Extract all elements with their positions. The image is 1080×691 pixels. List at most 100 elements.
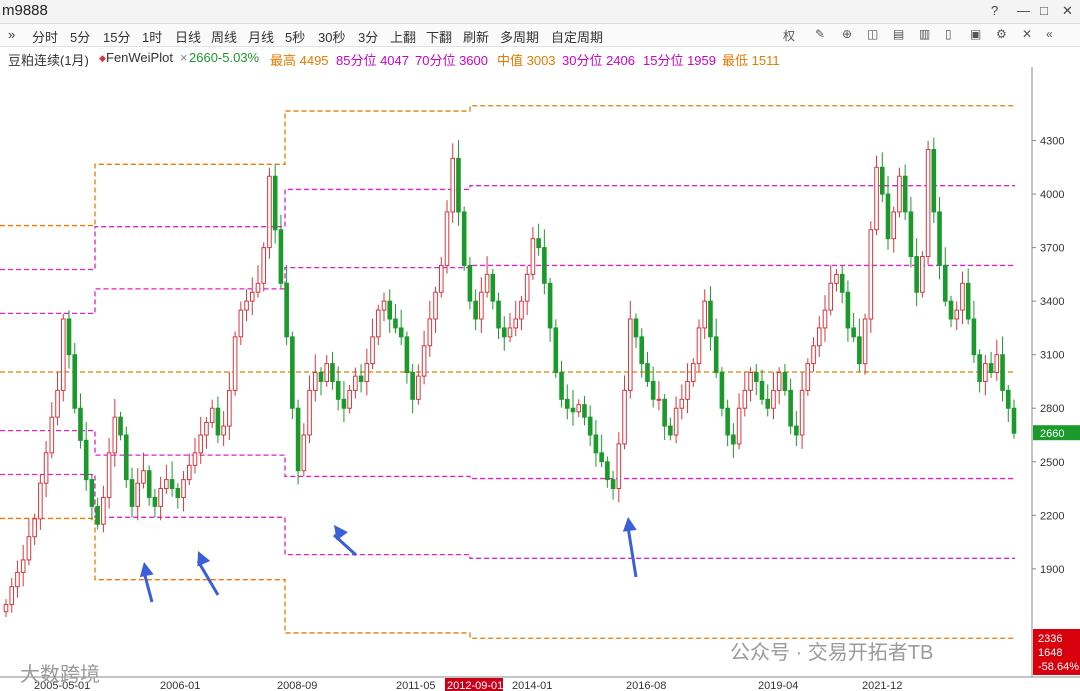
candle-body	[290, 336, 295, 409]
candle-body	[1000, 354, 1005, 391]
candle-body	[43, 452, 49, 484]
x-date-label: 2006-01	[160, 680, 200, 691]
legend-close-icon[interactable]: ×	[180, 50, 188, 65]
copy-icon[interactable]: ▥	[919, 27, 930, 41]
candle-body	[467, 264, 473, 302]
candle-body	[542, 247, 547, 284]
custom-period-button[interactable]: 自定周期	[551, 27, 603, 46]
candle-body	[438, 264, 444, 293]
y-tick-label: 2200	[1040, 510, 1064, 522]
period-button-5min[interactable]: 5分	[70, 27, 90, 46]
period-button-15min[interactable]: 15分	[103, 27, 130, 46]
annotation-arrowhead	[197, 551, 211, 567]
candle-body	[106, 452, 112, 498]
candle-body	[295, 407, 301, 472]
candle-body	[513, 318, 519, 329]
diamond-icon: ◆	[99, 53, 106, 63]
period-button-monthly[interactable]: 月线	[248, 27, 274, 46]
layout-icon[interactable]: ▣	[970, 27, 981, 41]
candle-body	[232, 336, 238, 391]
candle-body	[169, 479, 175, 490]
candle-body	[925, 148, 931, 258]
candle-body	[358, 375, 364, 382]
legend-p30: 30分位 2406	[562, 53, 635, 67]
candle-body	[719, 372, 725, 409]
candle-body	[433, 291, 438, 320]
candle-body	[66, 318, 72, 356]
x-date-label: 2012-09-01	[447, 680, 503, 691]
candle-body	[553, 327, 559, 374]
legend-p70: 70分位 3600	[415, 53, 488, 67]
grid-icon[interactable]: ▤	[893, 27, 904, 41]
candle-body	[645, 363, 650, 382]
candle-body	[731, 434, 736, 445]
y-tick-label: 2800	[1040, 403, 1064, 415]
level-line-5	[0, 473, 1015, 559]
x-date-label: 2016-08	[626, 680, 666, 691]
candle-body	[72, 354, 78, 409]
candle-body	[782, 372, 788, 391]
collapse-toolbar-button[interactable]: »	[8, 27, 15, 42]
quan-icon[interactable]: 权	[783, 27, 795, 44]
candle-body	[272, 175, 278, 231]
candle-body	[599, 452, 604, 463]
candle-body	[501, 327, 507, 338]
candle-body	[868, 229, 874, 320]
y-tick-label: 2500	[1040, 457, 1064, 469]
annotation-arrow	[142, 571, 154, 603]
close-icon[interactable]: ✕	[1022, 27, 1032, 41]
drawdown-label: -58.64%	[1038, 661, 1079, 673]
candle-body	[209, 407, 215, 424]
refresh-button[interactable]: 刷新	[463, 27, 489, 46]
candle-body	[101, 496, 106, 525]
settings-icon[interactable]: ⚙	[996, 27, 1007, 41]
candle-body	[278, 229, 284, 284]
candle-body	[3, 604, 9, 613]
period-button-5sec[interactable]: 5秒	[285, 27, 305, 46]
download-icon[interactable]: ⊕	[842, 27, 852, 41]
help-icon[interactable]: ?	[991, 3, 998, 18]
period-button-1hour[interactable]: 1时	[142, 27, 162, 46]
candlestick-chart[interactable]: 4300 4000 3700 3400 3100 2800 2500 2200 1900 2660…	[0, 67, 1080, 691]
candle-body	[473, 300, 478, 320]
more-icon[interactable]: «	[1046, 27, 1053, 41]
period-button-30sec[interactable]: 30秒	[318, 27, 345, 46]
candle-body	[650, 380, 656, 400]
candle-body	[410, 372, 415, 400]
maximize-button[interactable]: □	[1040, 3, 1048, 18]
candle-body	[330, 363, 335, 382]
multi-period-button[interactable]: 多周期	[500, 27, 539, 46]
period-button-weekly[interactable]: 周线	[211, 27, 237, 46]
x-date-label: 2011-05	[396, 680, 436, 691]
close-window-button[interactable]: ✕	[1062, 3, 1073, 19]
candle-body	[937, 211, 942, 266]
period-button-daily[interactable]: 日线	[175, 27, 201, 46]
candle-body	[897, 175, 902, 213]
period-button-3min[interactable]: 3分	[358, 27, 378, 46]
period-button-fenshi[interactable]: 分时	[32, 27, 58, 46]
candle-body	[186, 464, 192, 481]
candle-body	[444, 211, 450, 266]
candle-body	[570, 407, 576, 413]
legend-indicator-name[interactable]: FenWeiPlot	[106, 50, 173, 65]
candle-body	[685, 380, 690, 400]
candle-body	[301, 434, 307, 472]
candle-body	[427, 318, 433, 347]
minimize-button[interactable]: —	[1017, 3, 1030, 18]
layers-icon[interactable]: ◫	[867, 27, 878, 41]
candle-body	[421, 345, 427, 377]
legend-symbol: 豆粕连续(1月)	[8, 53, 89, 67]
title-bar: m9888 ? — □ ✕	[0, 0, 1080, 24]
candle-body	[983, 363, 988, 382]
delete-icon[interactable]: ▯	[945, 27, 952, 41]
candle-body	[255, 282, 261, 293]
pen-icon[interactable]: ✎	[815, 27, 825, 41]
page-up-button[interactable]: 上翻	[390, 27, 416, 46]
page-down-button[interactable]: 下翻	[426, 27, 452, 46]
drawdown-label: 2336	[1038, 633, 1062, 645]
candle-body	[954, 309, 960, 320]
candle-body	[370, 336, 375, 365]
candle-body	[547, 282, 553, 329]
y-tick-label: 3700	[1040, 243, 1064, 255]
level-line-0	[0, 105, 1015, 227]
